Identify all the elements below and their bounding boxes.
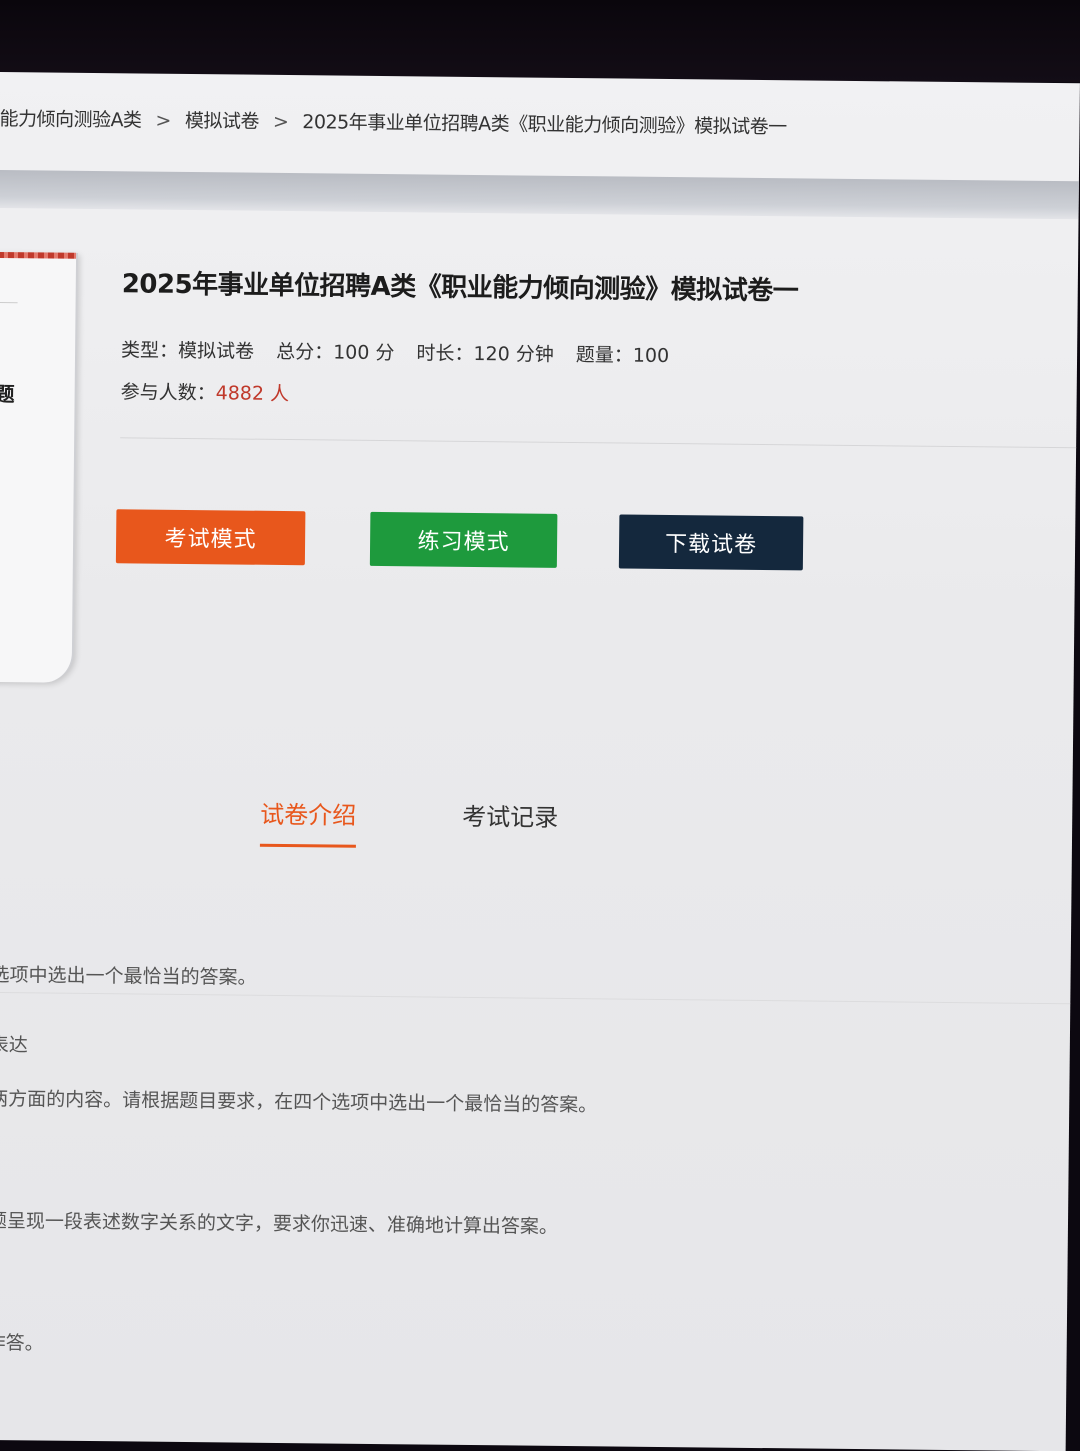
meta-divider	[120, 437, 1080, 449]
breadcrumb-separator: >	[155, 109, 172, 132]
tab-paper-intro[interactable]: 试卷介绍	[259, 794, 357, 848]
browser-screen: 能力倾向测验A类 > 模拟试卷 >2025年事业单位招聘A类《职业能力倾向测验》模拟试…	[0, 72, 1080, 1451]
cover-divider	[0, 301, 18, 304]
paper-duration: 时长：120 分钟	[416, 342, 554, 366]
breadcrumb-separator: >	[272, 110, 289, 134]
paper-score: 总分：100 分	[276, 340, 395, 365]
download-paper-button[interactable]: 下载试卷	[618, 514, 804, 571]
monitor-bezel	[0, 0, 1080, 82]
practice-mode-button[interactable]: 练习模式	[369, 511, 558, 568]
cover-stripe	[0, 251, 77, 259]
paper-participants: 参与人数：4882 人	[121, 377, 290, 406]
paper-type: 类型：模拟试卷	[120, 339, 255, 363]
intro-divider	[0, 991, 1071, 1005]
participants-label: 参与人数：	[120, 381, 216, 405]
paper-meta: 类型：模拟试卷 总分：100 分 时长：120 分钟 题量：100	[121, 335, 685, 368]
breadcrumb: 能力倾向测验A类 > 模拟试卷 >2025年事业单位招聘A类《职业能力倾向测验》模拟试…	[0, 104, 787, 139]
breadcrumb-item-current: 2025年事业单位招聘A类《职业能力倾向测验》模拟试卷一	[302, 111, 787, 139]
tab-exam-records[interactable]: 考试记录	[462, 797, 559, 847]
participants-value: 4882 人	[215, 382, 290, 406]
paper-title: 2025年事业单位招聘A类《职业能力倾向测验》模拟试卷一	[121, 269, 799, 307]
intro-line: 两方面的内容。请根据题目要求，在四个选项中选出一个最恰当的答案。	[0, 1087, 598, 1117]
breadcrumb-item-mock[interactable]: 模拟试卷	[185, 110, 259, 133]
paper-cover-image: 题	[0, 251, 79, 683]
header-band	[0, 169, 1079, 220]
intro-line: 选项中选出一个最恰当的答案。	[0, 963, 257, 989]
paper-question-count: 题量：100	[575, 344, 670, 368]
exam-mode-button[interactable]: 考试模式	[115, 509, 306, 566]
tab-bar: 试卷介绍 考试记录	[0, 784, 1072, 865]
cover-text: 题	[0, 381, 15, 407]
breadcrumb-item-category[interactable]: 能力倾向测验A类	[0, 108, 142, 131]
intro-line: 作答。	[0, 1331, 44, 1355]
intro-line: 题呈现一段表述数字关系的文字，要求你迅速、准确地计算出答案。	[0, 1209, 559, 1238]
intro-line: 表达	[0, 1033, 28, 1057]
